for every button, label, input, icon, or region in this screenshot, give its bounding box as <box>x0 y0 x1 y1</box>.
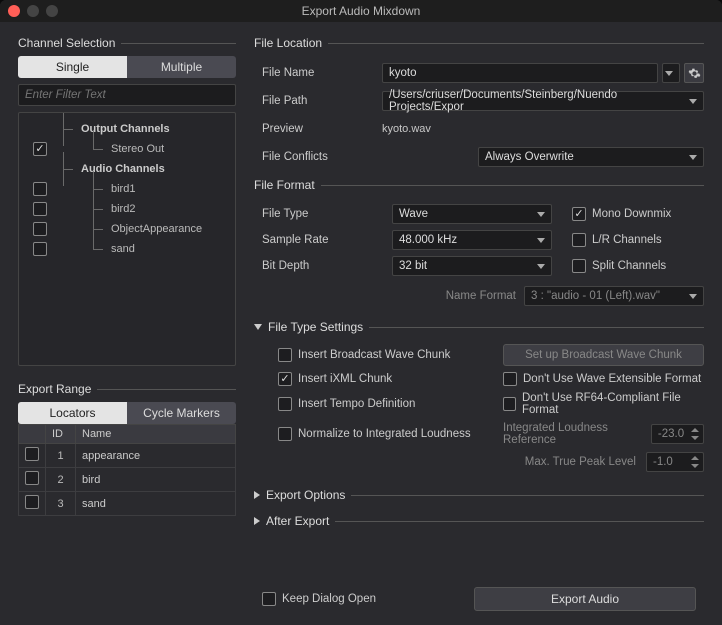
export-audio-button[interactable]: Export Audio <box>474 587 696 611</box>
channel-selection-header: Channel Selection <box>18 36 115 50</box>
max-peak-label: Max. True Peak Level <box>525 456 636 468</box>
insert-ixml-label: Insert iXML Chunk <box>298 373 392 385</box>
file-path-dropdown[interactable]: /Users/criuser/Documents/Steinberg/Nuend… <box>382 91 704 111</box>
checkbox-dont-wave-ext[interactable] <box>503 372 517 386</box>
bit-depth-dropdown[interactable]: 32 bit <box>392 256 552 276</box>
bit-depth-label: Bit Depth <box>262 260 382 272</box>
titlebar: Export Audio Mixdown <box>0 0 722 22</box>
tree-item[interactable]: ObjectAppearance <box>111 223 202 235</box>
checkbox-bird2[interactable] <box>33 202 47 216</box>
col-name: Name <box>76 425 236 444</box>
tree-item[interactable]: bird1 <box>111 183 135 195</box>
range-table: ID Name 1 appearance 2 bird <box>18 424 236 516</box>
chevron-right-icon <box>254 517 260 525</box>
checkbox-insert-ixml[interactable] <box>278 372 292 386</box>
tree-output-channels: Output Channels <box>81 123 170 135</box>
gear-icon[interactable] <box>684 63 704 83</box>
row-checkbox[interactable] <box>25 471 39 485</box>
name-format-label: Name Format <box>446 290 516 302</box>
tab-single[interactable]: Single <box>18 56 127 78</box>
export-range-header: Export Range <box>18 382 91 396</box>
sample-rate-label: Sample Rate <box>262 234 382 246</box>
loudness-ref-stepper[interactable]: -23.0 <box>651 424 704 444</box>
checkbox-dont-rf64[interactable] <box>503 397 516 411</box>
disclose-after-export[interactable]: After Export <box>254 514 704 528</box>
table-row[interactable]: 3 sand <box>19 492 236 516</box>
sample-rate-dropdown[interactable]: 48.000 kHz <box>392 230 552 250</box>
setup-bwc-button: Set up Broadcast Wave Chunk <box>503 344 704 366</box>
file-conflicts-label: File Conflicts <box>262 151 372 163</box>
insert-tempo-label: Insert Tempo Definition <box>298 398 415 410</box>
table-row[interactable]: 1 appearance <box>19 444 236 468</box>
chevron-right-icon <box>254 491 260 499</box>
disclose-export-options[interactable]: Export Options <box>254 488 704 502</box>
tree-item[interactable]: bird2 <box>111 203 135 215</box>
channel-tree: Output Channels Stereo Out Audio Channel… <box>18 112 236 366</box>
file-name-label: File Name <box>262 67 372 79</box>
keep-dialog-open-label: Keep Dialog Open <box>282 593 376 605</box>
mono-downmix-label: Mono Downmix <box>592 208 671 220</box>
dont-rf64-label: Don't Use RF64-Compliant File Format <box>522 392 704 416</box>
checkbox-lr-channels[interactable] <box>572 233 586 247</box>
max-peak-stepper[interactable]: -1.0 <box>646 452 704 472</box>
file-path-label: File Path <box>262 95 372 107</box>
row-checkbox[interactable] <box>25 495 39 509</box>
file-conflicts-dropdown[interactable]: Always Overwrite <box>478 147 704 167</box>
file-type-dropdown[interactable]: Wave <box>392 204 552 224</box>
checkbox-sand[interactable] <box>33 242 47 256</box>
checkbox-keep-dialog-open[interactable] <box>262 592 276 606</box>
split-channels-label: Split Channels <box>592 260 666 272</box>
checkbox-mono-downmix[interactable] <box>572 207 586 221</box>
checkbox-insert-bwc[interactable] <box>278 348 292 362</box>
file-location-header: File Location <box>254 36 322 50</box>
table-row[interactable]: 2 bird <box>19 468 236 492</box>
loudness-ref-label: Integrated Loudness Reference <box>503 422 641 446</box>
tab-cycle-markers[interactable]: Cycle Markers <box>127 402 236 424</box>
preview-value: kyoto.wav <box>382 123 431 135</box>
file-name-dropdown[interactable] <box>662 63 680 83</box>
file-type-label: File Type <box>262 208 382 220</box>
checkbox-split-channels[interactable] <box>572 259 586 273</box>
tab-multiple[interactable]: Multiple <box>127 56 236 78</box>
lr-channels-label: L/R Channels <box>592 234 662 246</box>
normalize-label: Normalize to Integrated Loudness <box>298 428 471 440</box>
checkbox-objectappearance[interactable] <box>33 222 47 236</box>
disclose-file-type-settings[interactable]: File Type Settings <box>254 320 704 334</box>
filter-input[interactable] <box>18 84 236 106</box>
preview-label: Preview <box>262 123 372 135</box>
row-checkbox[interactable] <box>25 447 39 461</box>
checkbox-normalize[interactable] <box>278 427 292 441</box>
file-format-header: File Format <box>254 178 315 192</box>
insert-bwc-label: Insert Broadcast Wave Chunk <box>298 349 450 361</box>
tree-item[interactable]: sand <box>111 243 135 255</box>
dont-wave-ext-label: Don't Use Wave Extensible Format <box>523 373 701 385</box>
name-format-dropdown[interactable]: 3 : "audio - 01 (Left).wav" <box>524 286 704 306</box>
chevron-down-icon <box>254 324 262 330</box>
file-name-input[interactable] <box>382 63 658 83</box>
checkbox-bird1[interactable] <box>33 182 47 196</box>
tree-stereo-out[interactable]: Stereo Out <box>111 143 164 155</box>
tab-locators[interactable]: Locators <box>18 402 127 424</box>
window-title: Export Audio Mixdown <box>0 4 722 18</box>
col-id: ID <box>46 425 76 444</box>
checkbox-insert-tempo[interactable] <box>278 397 292 411</box>
checkbox-stereo-out[interactable] <box>33 142 47 156</box>
